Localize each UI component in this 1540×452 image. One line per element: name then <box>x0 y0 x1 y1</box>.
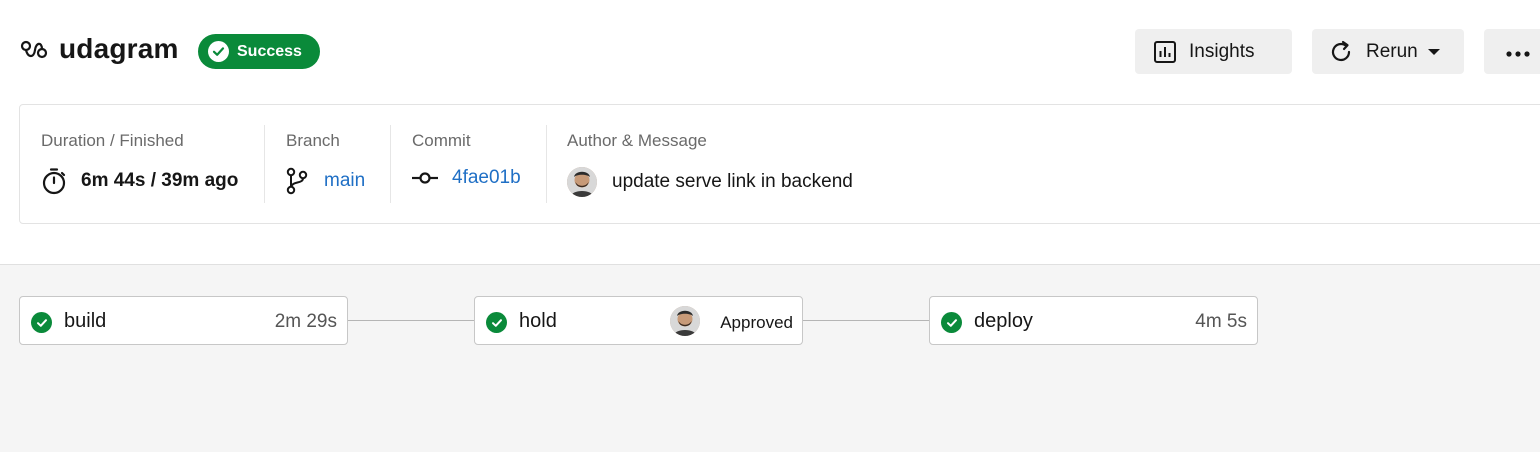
job-connector <box>348 320 474 321</box>
job-hold[interactable]: hold Approved <box>474 296 803 345</box>
commit-link[interactable]: 4fae01b <box>452 167 521 189</box>
workflow-title: udagram <box>59 33 179 64</box>
rerun-label: Rerun <box>1366 40 1418 62</box>
duration-label: Duration / Finished <box>41 131 184 150</box>
git-branch-icon <box>286 167 308 195</box>
job-build[interactable]: build 2m 29s <box>19 296 348 345</box>
divider <box>390 125 391 203</box>
author-value-row: update serve link in backend <box>567 167 853 197</box>
rerun-button[interactable]: Rerun <box>1312 29 1464 74</box>
workflow-icon <box>20 40 48 59</box>
check-circle-icon <box>31 312 52 333</box>
job-name: hold <box>519 310 557 332</box>
job-deploy[interactable]: deploy 4m 5s <box>929 296 1258 345</box>
approval-status: Approved <box>720 313 793 332</box>
chart-icon <box>1153 40 1177 64</box>
job-name: deploy <box>974 310 1033 332</box>
refresh-icon <box>1328 39 1354 65</box>
check-circle-icon <box>208 41 229 62</box>
workflow-graph: build 2m 29s hold Approved deploy 4m 5s <box>0 264 1540 452</box>
insights-label: Insights <box>1189 40 1255 62</box>
status-badge: Success <box>198 34 320 69</box>
commit-value-row: 4fae01b <box>412 167 521 189</box>
duration-value: 6m 44s / 39m ago <box>81 170 239 191</box>
stopwatch-icon <box>41 167 67 195</box>
divider <box>264 125 265 203</box>
job-duration: 2m 29s <box>274 311 337 332</box>
status-text: Success <box>237 42 302 60</box>
check-circle-icon <box>941 312 962 333</box>
more-horizontal-icon <box>1506 41 1532 63</box>
branch-label: Branch <box>286 131 340 150</box>
author-label: Author & Message <box>567 131 707 150</box>
avatar <box>567 167 597 197</box>
job-name: build <box>64 310 107 332</box>
chevron-down-icon <box>1427 48 1440 55</box>
workflow-header: udagram Success Insights Rerun <box>0 0 1540 104</box>
job-connector <box>803 320 929 321</box>
job-duration: 4m 5s <box>1195 311 1247 332</box>
commit-label: Commit <box>412 131 471 150</box>
check-circle-icon <box>486 312 507 333</box>
divider <box>546 125 547 203</box>
approver-avatar <box>670 306 700 336</box>
git-commit-icon <box>412 171 438 185</box>
duration-value-row: 6m 44s / 39m ago <box>41 167 238 195</box>
commit-message[interactable]: update serve link in backend <box>612 171 853 193</box>
insights-button[interactable]: Insights <box>1135 29 1292 74</box>
branch-value-row: main <box>286 167 365 195</box>
workflow-info-card: Duration / Finished 6m 44s / 39m ago Bra… <box>19 104 1540 224</box>
branch-link[interactable]: main <box>324 170 365 192</box>
more-actions-button[interactable] <box>1484 29 1540 74</box>
